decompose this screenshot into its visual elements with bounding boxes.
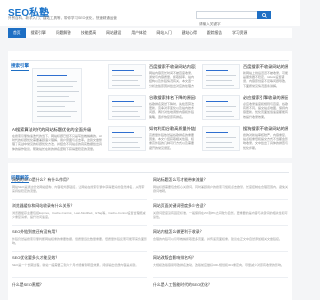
- list-divider: [153, 225, 288, 226]
- list-item-desc: SEO是一个长期过程，新站一般需要三到六个月才能看到明显效果，持续输出优质内容是…: [12, 263, 139, 267]
- featured-card-desc: 新网站上线后迟迟不被收录，可能是服务器不稳定、robots设置错误、内容原创度不…: [243, 71, 288, 88]
- nav-item-building-notes[interactable]: 建站心得: [177, 28, 202, 38]
- featured-card-desc: 搜狗对新站审核较严，内容重复、站点权重低和提交方式不当都会影响收录，文中给出了具…: [243, 133, 288, 150]
- featured-card-desc: 必应收录速度和规则与百度、谷歌有所不同，提交站点地图、保持内容更新、优化页面加载…: [243, 102, 288, 119]
- list-item-title[interactable]: 什么是人工智能时代的SEO优化？: [153, 282, 288, 288]
- search-input[interactable]: [197, 21, 258, 27]
- featured-card-desc: 高质量外链依然是谷歌排名的重要因素，本文介绍获取相关性强、权重高外链的几种可行方…: [149, 133, 195, 150]
- list-item[interactable]: 什么是人工智能时代的SEO优化？: [153, 282, 288, 288]
- featured-card-title[interactable]: 搜狗搜索不收录网站的原因: [243, 126, 288, 132]
- search-button[interactable]: [257, 11, 271, 19]
- article-thumbnail: [108, 95, 146, 120]
- list-item-title[interactable]: SEO优化要多久才能见效？: [12, 255, 147, 261]
- featured-card-title[interactable]: 百度搜索不收录网站内容页的原因: [149, 64, 196, 70]
- article-thumbnail: [202, 126, 240, 151]
- list-item[interactable]: SEO外链到底还有没有用？ 外链仍然是搜索引擎判断网站权重的重要依据，但质量远比…: [12, 229, 147, 250]
- featured-main-desc: 在搜索引擎快速迭代的当下，网站标题已经不只是写给蜘蛛看的，AI时代的标题优化需要…: [12, 134, 102, 151]
- search-icon: [261, 12, 267, 18]
- featured-panel: 搜索引擎 AI搜索算法时代的网站标题优化的全面升级 在搜索引擎快速迭代的当下，网…: [8, 51, 292, 158]
- list-item[interactable]: 网站内链怎么做更利于收录？ 合理的内链可以引导蜘蛛抓取更多页面，并传递页面权重，…: [153, 229, 288, 250]
- list-item[interactable]: 网站改版会影响排名吗？ 大规模改版容易导致排名波动，改版前应做好URL规划和30…: [153, 255, 288, 276]
- list-item[interactable]: 网站标题怎么写才能带来流量？ 网站标题需要包含核心关键词，同时兼顾用户的搜索习惯…: [153, 177, 288, 198]
- list-item-title[interactable]: 网站改版会影响排名吗？: [153, 255, 288, 261]
- list-item-desc: 合理的内链可以引导蜘蛛抓取更多页面，并传递页面权重，建议在正文中自然添加相关文章…: [153, 237, 283, 241]
- featured-card[interactable]: 搜狗搜索不收录网站的原因 搜狗对新站审核较严，内容重复、站点权重低和提交方式不当…: [202, 126, 288, 156]
- list-item[interactable]: 什么是SEO黑帽？: [12, 282, 147, 288]
- list-divider: [12, 199, 147, 200]
- list-divider: [12, 225, 147, 226]
- list-item[interactable]: 网站页面关键词密度多少合适？ 关键词密度没有固定标准，一般保持在2%到8%之间较…: [153, 203, 288, 224]
- list-item[interactable]: SEO优化要多久才能见效？ SEO是一个长期过程，新站一般需要三到六个月才能看到…: [12, 255, 147, 276]
- featured-card-title[interactable]: 如何利用谷歌高质量外链提升网站排名: [149, 126, 196, 132]
- site-header: SEO私塾 外贸百科、新手入门、建站工具等，带你学习SEO优化，快速精通运营: [0, 0, 300, 27]
- article-thumbnail: [202, 64, 240, 89]
- list-item-desc: 浏览器缓存主要包括Expires、Cache-Control、Last-Modi…: [12, 211, 146, 220]
- article-thumbnail: [108, 126, 146, 151]
- nav-item-resources[interactable]: 学习资源: [227, 28, 252, 38]
- featured-card[interactable]: 百度搜索不收录网站内容页的原因 网站内容页长时间不被百度收录，通常与内容质量、抓…: [108, 64, 196, 94]
- featured-main-card[interactable]: AI搜索算法时代的网站标题优化的全面升级 在搜索引擎快速迭代的当下，网站标题已经…: [12, 65, 102, 155]
- nav-item-getting-started[interactable]: 网站入门: [152, 28, 177, 38]
- list-item[interactable]: 网站的SEO是什么？有什么作用？ 网站SEO是通过优化网站结构、内容和外部链接，…: [12, 177, 147, 198]
- list-item-title[interactable]: 什么是SEO黑帽？: [12, 282, 147, 288]
- featured-card[interactable]: 如何利用谷歌高质量外链提升网站排名 高质量外链依然是谷歌排名的重要因素，本文介绍…: [108, 126, 196, 156]
- article-thumbnail: [108, 64, 146, 89]
- nav-item-skills[interactable]: 技能提高: [76, 28, 101, 38]
- list-item-desc: 外链仍然是搜索引擎判断网站权重的重要依据，但质量远比数量重要，低质量外链反而可能…: [12, 237, 147, 246]
- nav-item-search-engine[interactable]: 搜索引擎: [26, 28, 51, 38]
- featured-card-desc: 网站内容页长时间不被百度收录，通常与内容质量、抓取频率、站内结构以及外链情况有关…: [149, 71, 195, 88]
- featured-card-desc: 谷歌排名突然下降时，先检查算法更新、竞争对手变化以及站内技术问题，再针对性地调整…: [149, 102, 195, 119]
- list-item-title[interactable]: 网站内链怎么做更利于收录？: [153, 229, 288, 235]
- list-divider: [153, 199, 288, 200]
- featured-card[interactable]: 百度搜索不收录网站的原因 新网站上线后迟迟不被收录，可能是服务器不稳定、robo…: [202, 64, 288, 94]
- qa-panel: 问题解答 网站的SEO是什么？有什么作用？ 网站SEO是通过优化网站结构、内容和…: [8, 163, 292, 300]
- list-item-desc: 大规模改版容易导致排名波动，改版前应做好URL规划和301重定向，尽量减少对原有…: [153, 263, 285, 267]
- featured-card[interactable]: 必应搜索引擎收录的原因及解决办法 必应收录速度和规则与百度、谷歌有所不同，提交站…: [202, 95, 288, 125]
- list-item-desc: 关键词密度没有固定标准，一般保持在2%到8%之间较为自然，更重要的是内容与关键词…: [153, 211, 288, 220]
- list-divider: [12, 277, 147, 278]
- list-divider: [153, 251, 288, 252]
- site-tagline: 外贸百科、新手入门、建站工具等，带你学习SEO优化，快速精通运营: [8, 16, 117, 20]
- list-item-title[interactable]: 浏览器缓存和网站收录有什么关系？: [12, 203, 147, 209]
- panel-divider: [11, 60, 289, 61]
- list-divider: [153, 277, 288, 278]
- list-item-desc: 网站标题需要包含核心关键词，同时兼顾用户的搜索习惯和点击欲望，长度控制在合理范围…: [153, 185, 288, 194]
- list-divider: [12, 251, 147, 252]
- list-item-title[interactable]: 网站页面关键词密度多少合适？: [153, 203, 288, 209]
- featured-card-title[interactable]: 谷歌搜索排名下降的原因以及解决办法: [149, 95, 196, 101]
- list-item-title[interactable]: SEO外链到底还有没有用？: [12, 229, 147, 235]
- list-item[interactable]: 浏览器缓存和网站收录有什么关系？ 浏览器缓存主要包括Expires、Cache-…: [12, 203, 147, 224]
- search-box: [196, 11, 258, 27]
- panel-divider: [11, 172, 289, 173]
- featured-card[interactable]: 谷歌搜索排名下降的原因以及解决办法 谷歌排名突然下降时，先检查算法更新、竞争对手…: [108, 95, 196, 125]
- article-thumbnail: [32, 68, 82, 123]
- nav-item-qa[interactable]: 问题解答: [51, 28, 76, 38]
- article-thumbnail: [202, 95, 240, 120]
- nav-item-reports[interactable]: 跟踪报告: [202, 28, 227, 38]
- list-item-title[interactable]: 网站标题怎么写才能带来流量？: [153, 177, 288, 183]
- nav-item-home[interactable]: 首页: [8, 28, 26, 38]
- list-item-title[interactable]: 网站的SEO是什么？有什么作用？: [12, 177, 147, 183]
- featured-main-title[interactable]: AI搜索算法时代的网站标题优化的全面升级: [12, 127, 102, 133]
- nav-item-user-experience[interactable]: 用户体验: [126, 28, 151, 38]
- featured-card-title[interactable]: 百度搜索不收录网站的原因: [243, 64, 288, 70]
- featured-card-title[interactable]: 必应搜索引擎收录的原因及解决办法: [243, 95, 288, 101]
- nav-item-site-building[interactable]: 网站建设: [101, 28, 126, 38]
- list-item-desc: 网站SEO是通过优化网站结构、内容和外部链接，让网站在搜索引擎中获得更好的自然排…: [12, 185, 145, 194]
- main-nav: 首页 搜索引擎 问题解答 技能提高 网站建设 用户体验 网站入门 建站心得 跟踪…: [8, 28, 292, 38]
